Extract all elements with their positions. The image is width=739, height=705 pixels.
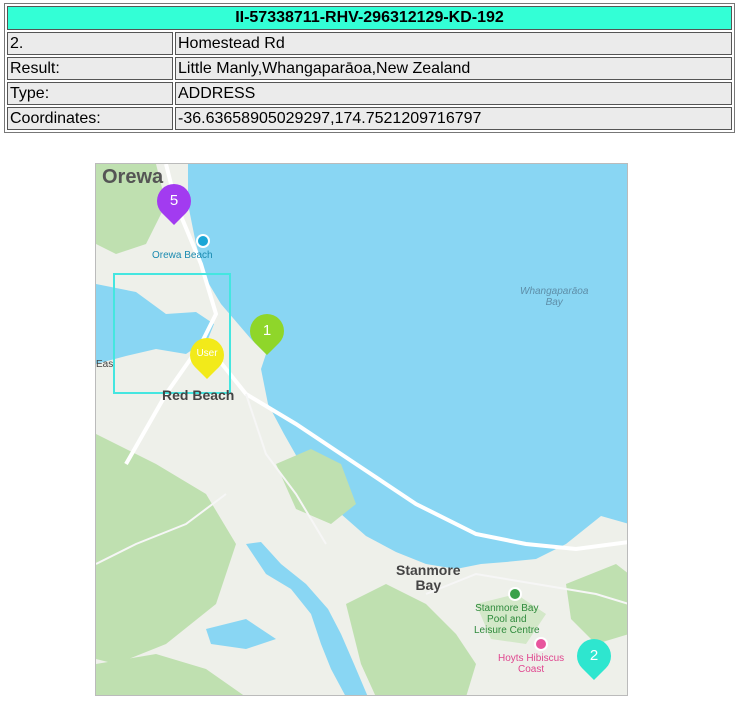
map-view[interactable]: Orewa Orewa Beach Whangaparāoa Bay Eas R… [95,163,628,696]
pool-label-line: Pool and [487,614,527,625]
marker-label: 2 [589,647,599,664]
row-value: Homestead Rd [175,32,732,55]
marker-label: 1 [262,322,272,339]
row-value: Little Manly,Whangaparāoa,New Zealand [175,57,732,80]
map-canvas [96,164,627,695]
beach-icon[interactable] [196,234,210,248]
poi-label-orewa-beach: Orewa Beach [152,250,213,261]
pool-label-line: Leisure Centre [474,625,540,636]
info-row-type: Type: ADDRESS [6,81,733,106]
info-row-coordinates: Coordinates: -36.63658905029297,174.7521… [6,106,733,131]
row-key: Coordinates: [7,107,173,130]
pool-label-line: Stanmore Bay [475,603,539,614]
cinema-icon[interactable] [534,637,548,651]
stanmore-label-line: Bay [415,577,442,593]
hoyts-label-line: Hoyts Hibiscus [498,653,565,664]
marker-label: User [196,348,218,359]
row-key: Type: [7,82,173,105]
selection-box[interactable] [113,273,231,394]
row-value: ADDRESS [175,82,732,105]
info-row-number: 2. Homestead Rd [6,31,733,56]
info-table: II-57338711-RHV-296312129-KD-192 2. Home… [4,3,735,133]
info-title: II-57338711-RHV-296312129-KD-192 [7,6,732,30]
poi-label-pool: Stanmore Bay Pool and Leisure Centre [474,603,540,636]
row-key: Result: [7,57,173,80]
bay-label: Whangaparāoa Bay [520,286,588,308]
info-row-result: Result: Little Manly,Whangaparāoa,New Ze… [6,56,733,81]
town-label-orewa: Orewa [102,166,164,188]
stanmore-label-line: Stanmore [396,562,461,578]
marker-label: 5 [169,192,179,209]
town-label-red-beach: Red Beach [162,387,235,403]
row-value: -36.63658905029297,174.7521209716797 [175,107,732,130]
row-key: 2. [7,32,173,55]
town-label-stanmore-bay: Stanmore Bay [396,563,461,593]
pool-icon[interactable] [508,587,522,601]
partial-label-east: Eas [96,359,114,370]
hoyts-label-line: Coast [518,664,545,675]
bay-label-line: Bay [545,297,563,308]
poi-label-hoyts: Hoyts Hibiscus Coast [498,653,564,675]
bay-label-line: Whangaparāoa [520,286,589,297]
